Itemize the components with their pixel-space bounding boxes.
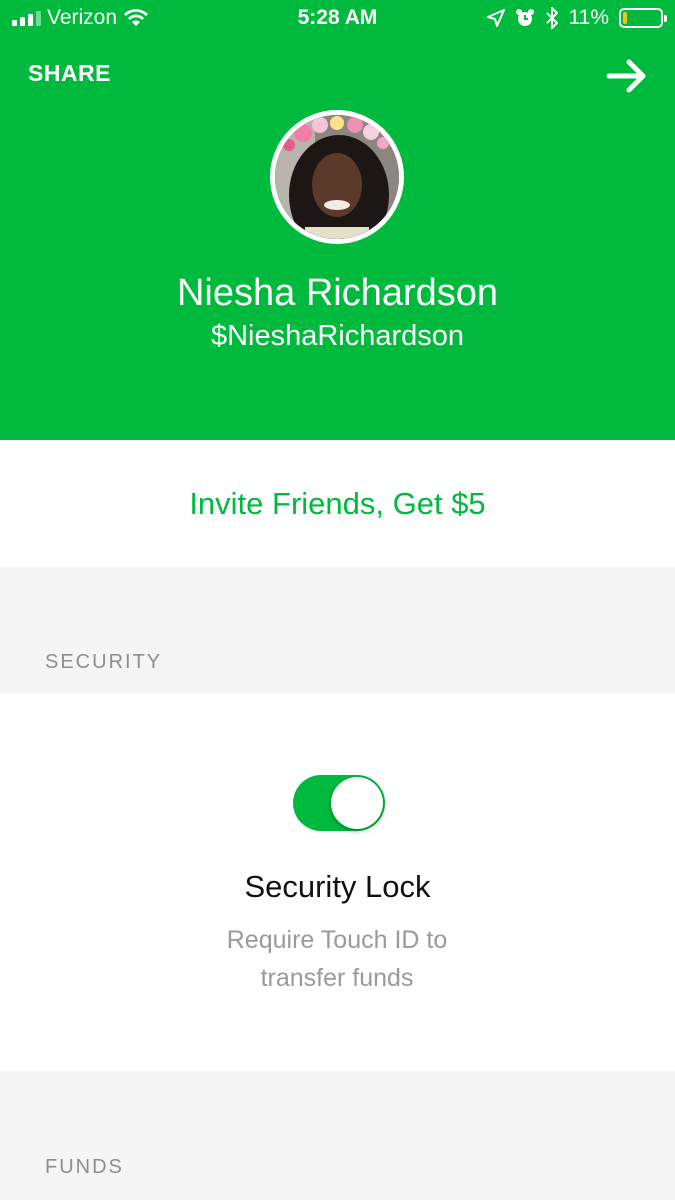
bluetooth-icon — [545, 7, 558, 29]
security-section-label: SECURITY — [45, 651, 163, 673]
avatar[interactable] — [270, 110, 404, 244]
share-button[interactable]: SHARE — [28, 60, 111, 87]
status-bar: Verizon 5:28 AM 11% — [0, 0, 675, 38]
status-right: 11% — [486, 6, 667, 30]
battery-percent: 11% — [568, 6, 609, 29]
security-lock-description: Require Touch ID to transfer funds — [226, 926, 448, 992]
profile-cashtag: $NieshaRichardson — [210, 320, 465, 352]
arrow-right-icon[interactable] — [605, 54, 649, 98]
avatar-photo — [275, 115, 399, 239]
toggle-knob — [331, 777, 383, 829]
profile-name: Niesha Richardson — [176, 272, 499, 314]
security-card: Security Lock Require Touch ID to transf… — [0, 693, 675, 1071]
profile-header: Verizon 5:28 AM 11% SHARE Niesha Richard… — [0, 0, 675, 440]
battery-icon — [619, 8, 667, 28]
alarm-icon — [515, 9, 534, 26]
security-lock-title: Security Lock — [244, 869, 431, 904]
security-lock-toggle[interactable] — [293, 775, 385, 831]
battery-level — [623, 12, 627, 24]
invite-friends-button[interactable]: Invite Friends, Get $5 — [0, 440, 675, 567]
location-icon — [486, 9, 505, 27]
funds-section-label: FUNDS — [45, 1156, 124, 1178]
